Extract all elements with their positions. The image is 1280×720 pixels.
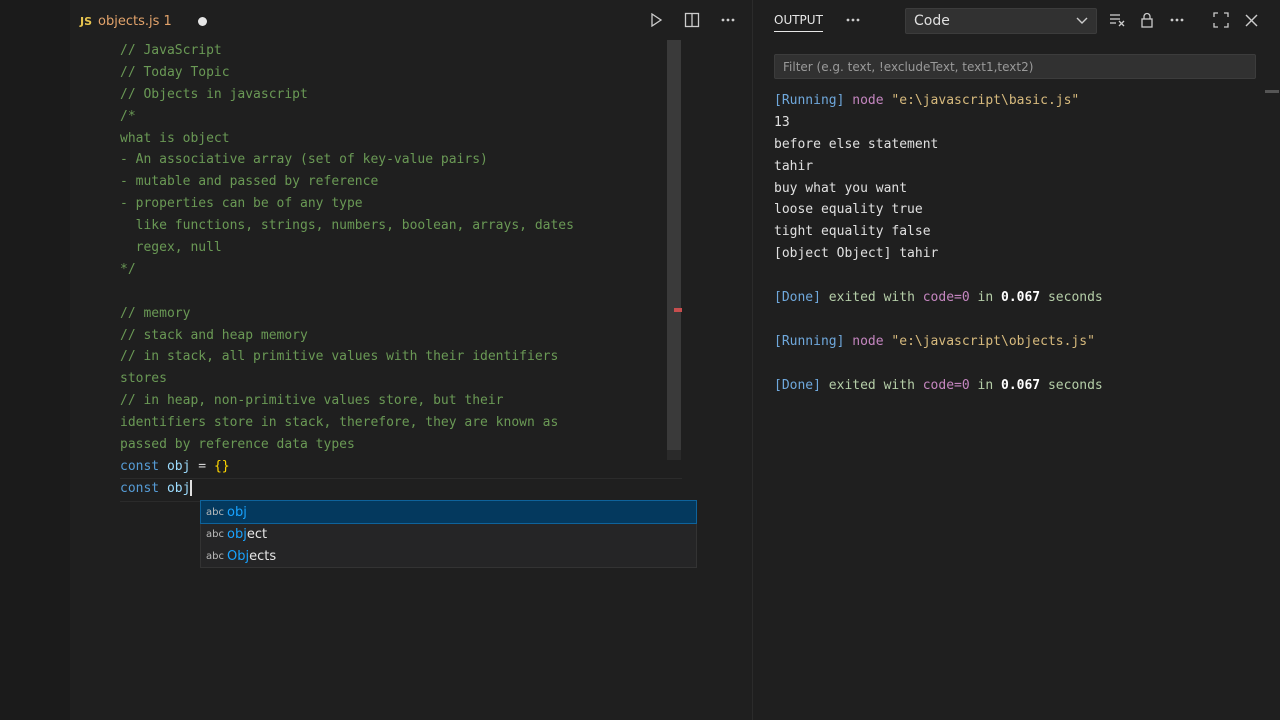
editor-scrollbar-thumb[interactable] (667, 40, 681, 450)
log-running-line: [Running] node "e:\javascript\basic.js" (774, 93, 1080, 108)
code-line-current[interactable]: const obj (120, 478, 680, 500)
split-editor-icon[interactable] (682, 10, 702, 30)
output-panel: OUTPUT Code Filter (e.g. text, !excludeT… (753, 0, 1280, 720)
output-channel-select[interactable]: Code (905, 8, 1097, 34)
code-line: like functions, strings, numbers, boolea… (120, 218, 574, 234)
clear-output-icon[interactable] (1107, 10, 1127, 30)
suggestion-item[interactable]: abc obj (200, 500, 697, 524)
code-line: // Objects in javascript (120, 86, 308, 102)
editor-group: JS objects.js 1 // JavaScript // Today T… (70, 0, 752, 720)
lock-icon[interactable] (1137, 10, 1157, 30)
panel-scrollbar[interactable] (1265, 90, 1279, 93)
code-line: */ (120, 261, 136, 277)
suggestion-label: Objects (227, 548, 277, 564)
js-file-icon: JS (80, 14, 93, 28)
tab-filename: objects.js 1 (98, 13, 172, 29)
word-suggestion-icon: abc (206, 528, 224, 540)
play-icon[interactable] (646, 10, 666, 30)
maximize-icon[interactable] (1211, 10, 1231, 30)
text-cursor (190, 480, 193, 497)
more-actions-icon[interactable] (718, 10, 738, 30)
suggestion-label: object (227, 526, 268, 542)
code-line-const-obj: const obj = {} (120, 458, 230, 474)
activity-area (0, 0, 71, 720)
log-line: [object Object] tahir (774, 246, 939, 262)
log-line: tight equality false (774, 224, 931, 240)
code-line: // in stack, all primitive values with t… (120, 349, 559, 365)
log-line: 13 (774, 114, 790, 130)
code-line: // memory (120, 305, 191, 321)
log-done-line: [Done] exited with code=0 in 0.067 secon… (774, 377, 1103, 393)
log-line: loose equality true (774, 202, 923, 218)
code-line: stores (120, 371, 167, 387)
channel-label: Code (914, 13, 950, 29)
log-line: tahir (774, 158, 814, 174)
code-line: // stack and heap memory (120, 327, 308, 343)
log-blank (774, 353, 1264, 375)
log-done-line: [Done] exited with code=0 in 0.067 secon… (774, 290, 1103, 306)
tab-output[interactable]: OUTPUT (774, 13, 823, 32)
more-actions-icon[interactable] (1167, 10, 1187, 30)
word-suggestion-icon: abc (206, 550, 224, 562)
tab-objects-js[interactable]: JS objects.js 1 (80, 6, 207, 36)
code-area[interactable]: // JavaScript // Today Topic // Objects … (120, 40, 680, 500)
code-line: // Today Topic (120, 64, 230, 80)
log-line: buy what you want (774, 180, 908, 196)
suggest-widget: abc obj abc object abc Objects (200, 500, 697, 568)
error-marker (674, 308, 682, 312)
code-line: identifiers store in stack, therefore, t… (120, 415, 559, 431)
chevron-down-icon (1076, 13, 1088, 29)
code-line: regex, null (120, 240, 222, 256)
panel-header: OUTPUT Code (753, 0, 1280, 42)
editor-scrollbar[interactable] (667, 40, 681, 460)
code-line: passed by reference data types (120, 437, 355, 453)
log-blank (774, 309, 1264, 331)
editor-actions (646, 10, 738, 30)
output-log: [Running] node "e:\javascript\basic.js" … (774, 90, 1264, 396)
suggestion-item[interactable]: abc object (201, 523, 696, 545)
suggestion-label: obj (227, 504, 247, 520)
code-line: - mutable and passed by reference (120, 174, 379, 190)
log-line: before else statement (774, 136, 939, 152)
log-blank (774, 265, 1264, 287)
suggestion-item[interactable]: abc Objects (201, 545, 696, 567)
code-line: // JavaScript (120, 43, 222, 58)
close-icon[interactable] (1241, 10, 1261, 30)
output-filter-input[interactable] (774, 54, 1256, 79)
word-suggestion-icon: abc (206, 506, 224, 518)
unsaved-dot-icon[interactable] (197, 16, 207, 26)
code-line: what is object (120, 130, 230, 146)
more-actions-icon[interactable] (843, 10, 863, 30)
log-running-line: [Running] node "e:\javascript\objects.js… (774, 333, 1095, 349)
code-line: - properties can be of any type (120, 196, 363, 212)
code-line: - An associative array (set of key-value… (120, 152, 488, 168)
panel-actions (1107, 10, 1261, 30)
editor-tab-bar: JS objects.js 1 (70, 0, 752, 40)
code-line: /* (120, 108, 136, 124)
code-line: // in heap, non-primitive values store, … (120, 393, 504, 409)
